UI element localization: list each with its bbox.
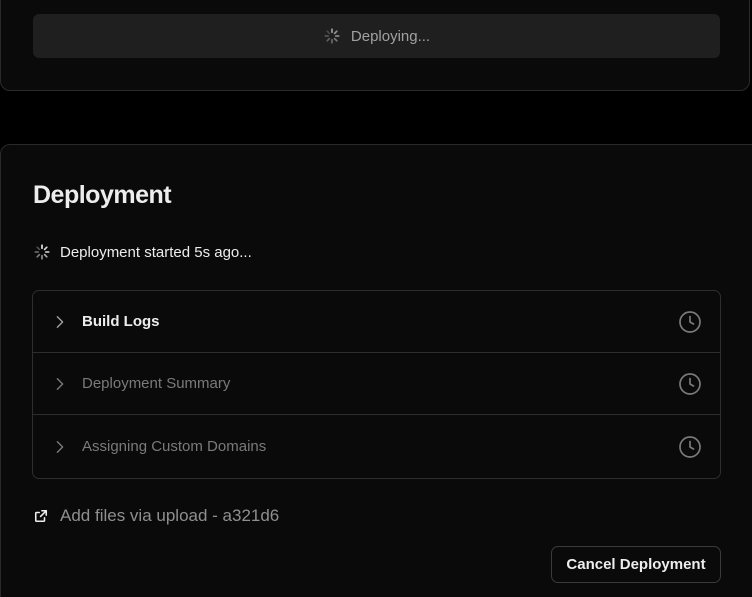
commit-link[interactable]: Add files via upload - a321d6: [34, 506, 279, 526]
step-assigning-domains[interactable]: Assigning Custom Domains: [33, 415, 720, 478]
clock-icon: [679, 372, 701, 395]
deploying-button[interactable]: Deploying...: [33, 14, 720, 58]
spinner-icon: [324, 28, 340, 44]
deployment-card: Deployment Deployment started 5s ago...: [0, 144, 752, 597]
previous-card: Deploying...: [0, 0, 750, 91]
step-deployment-summary[interactable]: Deployment Summary: [33, 353, 720, 415]
deployment-steps: Build Logs Deployment Summary Assigning …: [32, 290, 721, 479]
chevron-right-icon: [56, 440, 64, 453]
step-label: Build Logs: [82, 313, 160, 330]
clock-icon: [679, 310, 701, 333]
commit-text: Add files via upload - a321d6: [60, 506, 280, 525]
spinner-icon: [34, 244, 50, 260]
deployment-status-text: Deployment started 5s ago...: [60, 243, 252, 261]
clock-icon: [679, 435, 701, 458]
deployment-status: Deployment started 5s ago...: [33, 243, 252, 261]
step-build-logs[interactable]: Build Logs: [33, 291, 720, 353]
section-title: Deployment: [33, 181, 172, 209]
deploying-label: Deploying...: [350, 27, 431, 45]
chevron-right-icon: [56, 315, 64, 328]
external-link-icon: [34, 509, 48, 523]
step-label: Deployment Summary: [82, 375, 231, 392]
page: Deploying... Deployment Deployment start…: [0, 0, 752, 597]
step-label: Assigning Custom Domains: [82, 438, 267, 455]
cancel-deployment-button[interactable]: Cancel Deployment: [551, 546, 721, 583]
chevron-right-icon: [56, 377, 64, 390]
